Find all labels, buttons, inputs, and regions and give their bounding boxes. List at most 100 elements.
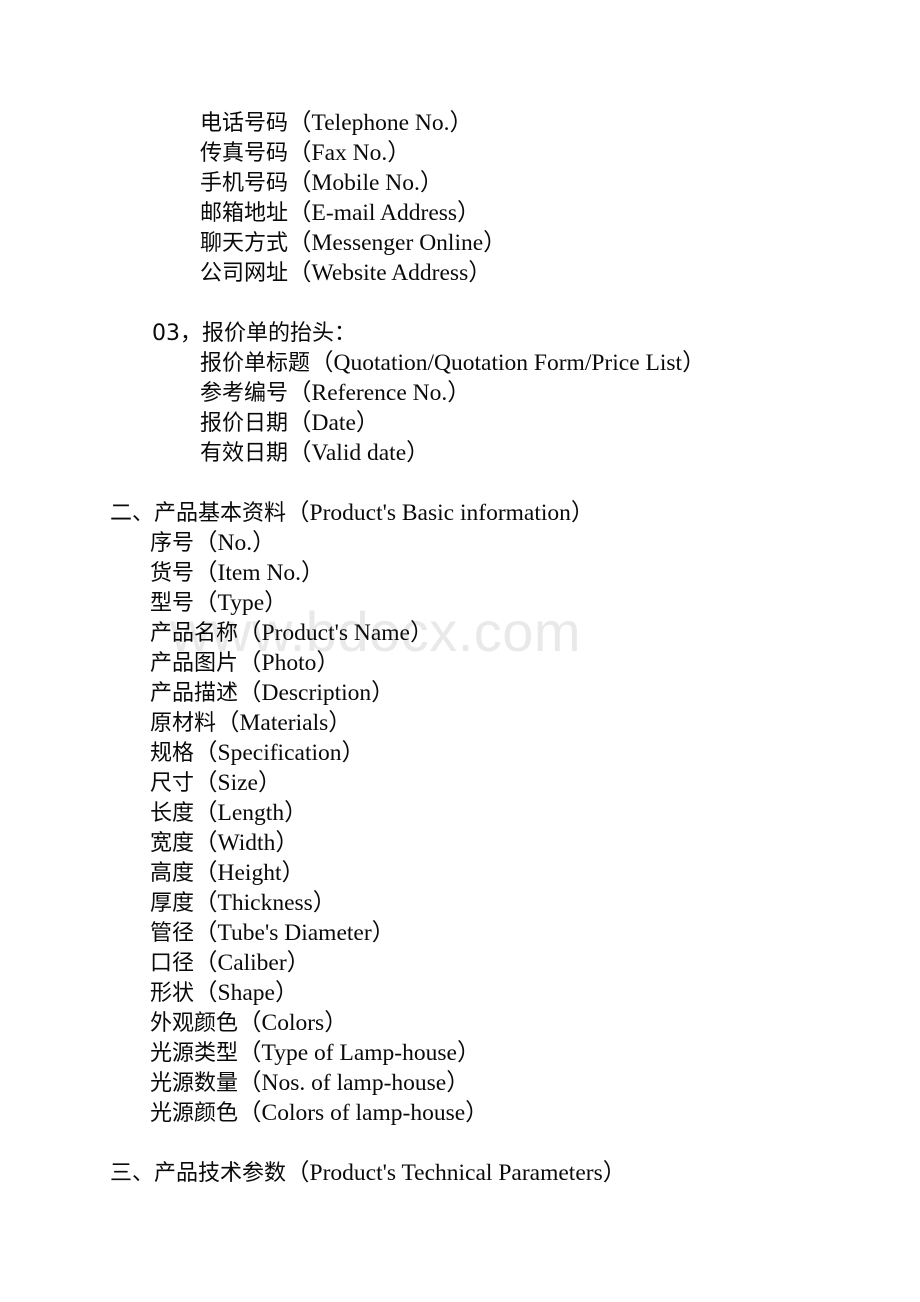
item-label-en: （No.） [194,530,276,556]
list-item: 厚度（Thickness） [0,888,920,918]
item-label-en: （Length） [194,800,308,826]
list-item: 口径（Caliber） [0,948,920,978]
list-item: 型号（Type） [0,588,920,618]
item-label-cn: 产品描述 [150,681,239,706]
item-label-en: （Type of Lamp-house） [238,1040,481,1066]
heading-label-cn: 03，报价单的抬头： [152,321,356,346]
list-item: 光源数量（Nos. of lamp-house） [0,1068,920,1098]
list-item: 手机号码（Mobile No.） [0,168,920,198]
item-label-en: （Materials） [216,710,352,736]
item-label-cn: 序号 [150,531,195,556]
item-label-en: （Telephone No.） [288,110,474,136]
section-heading: 二、产品基本资料（Product's Basic information） [0,498,920,528]
heading-label-cn: 二、产品基本资料 [110,501,287,526]
list-item: 产品名称（Product's Name） [0,618,920,648]
list-item: 聊天方式（Messenger Online） [0,228,920,258]
list-item: 长度（Length） [0,798,920,828]
item-label-cn: 宽度 [150,831,195,856]
item-label-en: （Fax No.） [288,140,411,166]
item-label-cn: 报价日期 [200,411,289,436]
item-label-en: （Type） [194,590,288,616]
item-label-en: （Messenger Online） [288,230,507,256]
item-label-en: （E-mail Address） [288,200,481,226]
list-item: 宽度（Width） [0,828,920,858]
item-label-cn: 报价单标题 [200,351,311,376]
item-label-cn: 参考编号 [200,381,289,406]
item-label-en: （Caliber） [194,950,311,976]
item-label-cn: 形状 [150,981,195,1006]
list-item: 邮箱地址（E-mail Address） [0,198,920,228]
item-label-en: （Photo） [238,650,340,676]
list-item: 外观颜色（Colors） [0,1008,920,1038]
item-label-cn: 聊天方式 [200,231,289,256]
item-label-en: （Valid date） [288,440,430,466]
item-label-cn: 手机号码 [200,171,289,196]
item-label-cn: 口径 [150,951,195,976]
list-item: 有效日期（Valid date） [0,438,920,468]
item-label-cn: 厚度 [150,891,195,916]
list-item: 报价日期（Date） [0,408,920,438]
item-label-cn: 光源类型 [150,1041,239,1066]
item-label-cn: 型号 [150,591,195,616]
item-label-en: （Size） [194,770,282,796]
list-item: 序号（No.） [0,528,920,558]
item-label-cn: 传真号码 [200,141,289,166]
item-label-en: （Height） [194,860,305,886]
item-label-en: （Reference No.） [288,380,471,406]
item-label-cn: 有效日期 [200,441,289,466]
item-label-en: （Shape） [194,980,299,1006]
item-label-en: （Mobile No.） [288,170,444,196]
item-label-cn: 原材料 [150,711,217,736]
list-item: 产品图片（Photo） [0,648,920,678]
item-label-en: （Description） [238,680,395,706]
list-item: 产品描述（Description） [0,678,920,708]
list-item: 高度（Height） [0,858,920,888]
heading-label-en: （Product's Technical Parameters） [286,1160,627,1186]
list-item: 光源类型（Type of Lamp-house） [0,1038,920,1068]
list-item: 管径（Tube's Diameter） [0,918,920,948]
item-label-cn: 管径 [150,921,195,946]
item-label-cn: 公司网址 [200,261,289,286]
list-item: 尺寸（Size） [0,768,920,798]
list-item: 传真号码（Fax No.） [0,138,920,168]
item-label-cn: 货号 [150,561,195,586]
numbered-heading: 03，报价单的抬头： [0,318,920,348]
list-item: 公司网址（Website Address） [0,258,920,288]
document-page: 电话号码（Telephone No.） 传真号码（Fax No.） 手机号码（Mob… [0,0,920,1302]
list-item: 规格（Specification） [0,738,920,768]
item-label-en: （Colors） [238,1010,348,1036]
item-label-en: （Nos. of lamp-house） [238,1070,470,1096]
list-item: 货号（Item No.） [0,558,920,588]
item-label-en: （Date） [288,410,380,436]
list-item: 形状（Shape） [0,978,920,1008]
list-item: 报价单标题（Quotation/Quotation Form/Price Lis… [0,348,920,378]
item-label-en: （Tube's Diameter） [194,920,396,946]
item-label-en: （Item No.） [194,560,325,586]
item-label-cn: 产品名称 [150,621,239,646]
heading-label-cn: 三、产品技术参数 [110,1161,287,1186]
item-label-cn: 高度 [150,861,195,886]
item-label-en: （Website Address） [288,260,492,286]
item-label-cn: 光源数量 [150,1071,239,1096]
list-item: 光源颜色（Colors of lamp-house） [0,1098,920,1128]
section-heading: 三、产品技术参数（Product's Technical Parameters） [0,1158,920,1188]
item-label-cn: 尺寸 [150,771,195,796]
item-label-en: （Quotation/Quotation Form/Price List） [310,350,706,376]
item-label-en: （Thickness） [194,890,337,916]
heading-label-en: （Product's Basic information） [286,500,595,526]
item-label-cn: 规格 [150,741,195,766]
item-label-cn: 光源颜色 [150,1101,239,1126]
item-label-en: （Specification） [194,740,365,766]
item-label-en: （Colors of lamp-house） [238,1100,489,1126]
item-label-cn: 电话号码 [200,111,289,136]
item-label-cn: 长度 [150,801,195,826]
list-item: 参考编号（Reference No.） [0,378,920,408]
list-item: 电话号码（Telephone No.） [0,108,920,138]
document-body: 电话号码（Telephone No.） 传真号码（Fax No.） 手机号码（Mob… [0,108,920,1188]
item-label-cn: 外观颜色 [150,1011,239,1036]
list-item: 原材料（Materials） [0,708,920,738]
item-label-en: （Width） [194,830,299,856]
